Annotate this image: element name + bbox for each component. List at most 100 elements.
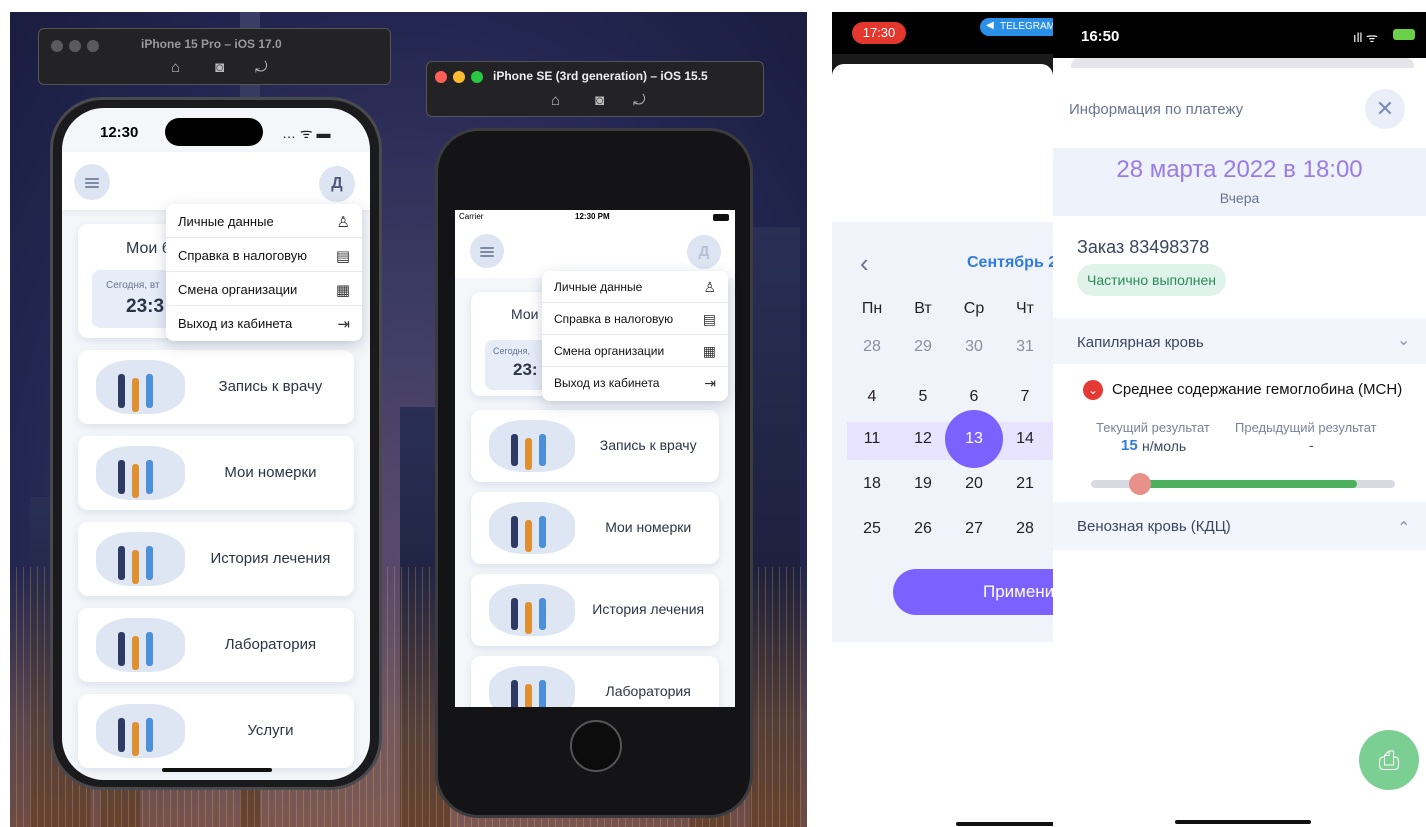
result-marker: [1128, 473, 1151, 495]
payment-info-screen: 16:50 ıll ᯤ Информация по платежу ✕ 28 м…: [1053, 12, 1426, 827]
avatar[interactable]: Д: [319, 166, 355, 202]
service-card[interactable]: Лаборатория: [78, 608, 354, 682]
normal-range-bar: [1143, 480, 1357, 488]
menu-item[interactable]: Выход из кабинета ⇥: [542, 367, 728, 399]
menu-item-label: Справка в налоговую: [554, 312, 674, 326]
menu-button[interactable]: [74, 164, 110, 200]
menu-item[interactable]: Личные данные ♙: [542, 271, 728, 303]
service-card[interactable]: Запись к врачу: [471, 410, 719, 482]
clipboard-icon: ▤: [335, 247, 350, 265]
window-controls[interactable]: [51, 39, 105, 57]
window-controls[interactable]: [435, 70, 489, 88]
calendar-day[interactable]: 25: [847, 520, 897, 538]
service-card-label: Мои номерки: [605, 519, 692, 535]
illustration-figure: [146, 374, 153, 408]
today-label: Сегодня, вт: [106, 280, 160, 291]
avatar[interactable]: Д: [687, 235, 721, 269]
menu-item-label: Смена организации: [554, 344, 665, 358]
today-time: 23:3: [126, 296, 165, 317]
service-card[interactable]: Услуги: [78, 694, 354, 768]
simulator-titlebar-iphonese[interactable]: iPhone SE (3rd generation) – iOS 15.5 ⌂ …: [426, 61, 764, 117]
calendar-day[interactable]: 5: [898, 388, 948, 406]
calendar-day[interactable]: 6: [949, 388, 999, 406]
menu-item[interactable]: Смена организации ▦: [166, 272, 362, 306]
status-icons: ıll ᯤ: [1353, 30, 1378, 45]
service-card[interactable]: История лечения: [78, 522, 354, 596]
service-card[interactable]: Мои номерки: [78, 436, 354, 510]
home-icon[interactable]: ⌂: [551, 92, 560, 109]
service-card-label: Лаборатория: [224, 635, 317, 653]
dynamic-island: [165, 118, 263, 146]
menu-button[interactable]: [470, 234, 504, 268]
home-icon[interactable]: ⌂: [171, 59, 180, 76]
prev-month-button[interactable]: ‹: [860, 248, 869, 279]
calendar-day[interactable]: 21: [1000, 475, 1050, 493]
illustration-figure: [511, 434, 518, 466]
illustration-figure: [539, 434, 546, 466]
order-number: Заказ 83498378: [1077, 237, 1210, 257]
chevron-up-icon[interactable]: ⌃: [1397, 518, 1410, 538]
menu-item[interactable]: Личные данные ♙: [166, 204, 362, 238]
illustration-figure: [118, 546, 125, 580]
calendar-day[interactable]: 26: [898, 520, 948, 538]
calendar-day[interactable]: 19: [898, 475, 948, 493]
battery-icon: [713, 214, 729, 221]
rotate-icon[interactable]: ⤾: [633, 92, 646, 109]
screenshot-icon[interactable]: ◙: [215, 59, 224, 76]
service-card-label: Лаборатория: [605, 683, 691, 699]
illustration-figure: [118, 718, 125, 752]
menu-item[interactable]: Справка в налоговую ▤: [542, 303, 728, 335]
calendar-day[interactable]: 28: [847, 338, 897, 356]
service-card-label: Запись к врачу: [218, 377, 323, 395]
menu-item-label: Личные данные: [554, 280, 643, 294]
service-card[interactable]: Лаборатория: [471, 656, 719, 707]
calendar-day[interactable]: 28: [1000, 520, 1050, 538]
service-card[interactable]: История лечения: [471, 574, 719, 646]
simulator-title: iPhone SE (3rd generation) – iOS 15.5: [493, 69, 708, 83]
calendar-day[interactable]: 30: [949, 338, 999, 356]
apply-button[interactable]: Примени: [893, 569, 1053, 615]
menu-item[interactable]: Смена организации ▦: [542, 335, 728, 367]
status-time: 12:30 PM: [575, 212, 610, 221]
calendar-day[interactable]: 18: [847, 475, 897, 493]
status-time: 12:30: [100, 124, 139, 141]
service-card[interactable]: Запись к врачу: [78, 350, 354, 424]
weekday-label: Пн: [861, 300, 883, 317]
calendar-day[interactable]: 12: [898, 430, 948, 448]
service-card-label: Услуги: [247, 721, 294, 739]
print-icon[interactable]: ⎙: [1359, 730, 1419, 790]
service-card[interactable]: Мои номерки: [471, 492, 719, 564]
payment-relative-date: Вчера: [1219, 190, 1260, 206]
screenshot-icon[interactable]: ◙: [595, 92, 604, 109]
illustration-figure: [525, 602, 532, 634]
calendar-day[interactable]: 11: [847, 430, 897, 448]
close-icon[interactable]: ✕: [1365, 89, 1405, 129]
section-venous-title: Венозная кровь (КДЦ): [1077, 518, 1231, 535]
rotate-icon[interactable]: ⤾: [255, 59, 268, 76]
menu-item[interactable]: Выход из кабинета ⇥: [166, 306, 362, 340]
menu-item[interactable]: Справка в налоговую ▤: [166, 238, 362, 272]
illustration: [489, 666, 576, 707]
chevron-down-icon[interactable]: ⌄: [1397, 330, 1410, 350]
current-result-value: 15: [1121, 437, 1138, 454]
calendar-day[interactable]: 31: [1000, 338, 1050, 356]
menu-item-label: Справка в налоговую: [178, 247, 308, 263]
payment-date: 28 марта 2022 в 18:00: [1116, 156, 1363, 183]
previous-result-label: Предыдущий результат: [1235, 420, 1377, 435]
calendar-day[interactable]: 14: [1000, 430, 1050, 448]
service-card-label: Запись к врачу: [599, 437, 697, 453]
illustration-figure: [511, 516, 518, 548]
profile-dropdown-menu: Личные данные ♙ Справка в налоговую ▤ Смена …: [166, 204, 362, 341]
illustration: [489, 502, 576, 554]
home-button[interactable]: [570, 720, 622, 772]
calendar-day[interactable]: 7: [1000, 388, 1050, 406]
calendar-day[interactable]: 4: [847, 388, 897, 406]
logout-icon: ⇥: [337, 315, 350, 333]
person-icon: ♙: [703, 279, 716, 295]
calendar-day[interactable]: 29: [898, 338, 948, 356]
calendar-day[interactable]: 13: [949, 430, 999, 448]
calendar-day[interactable]: 20: [949, 475, 999, 493]
calendar-day[interactable]: 27: [949, 520, 999, 538]
simulator-titlebar-iphone15[interactable]: iPhone 15 Pro – iOS 17.0 ⌂ ◙ ⤾: [38, 28, 391, 85]
illustration-figure: [132, 550, 139, 584]
